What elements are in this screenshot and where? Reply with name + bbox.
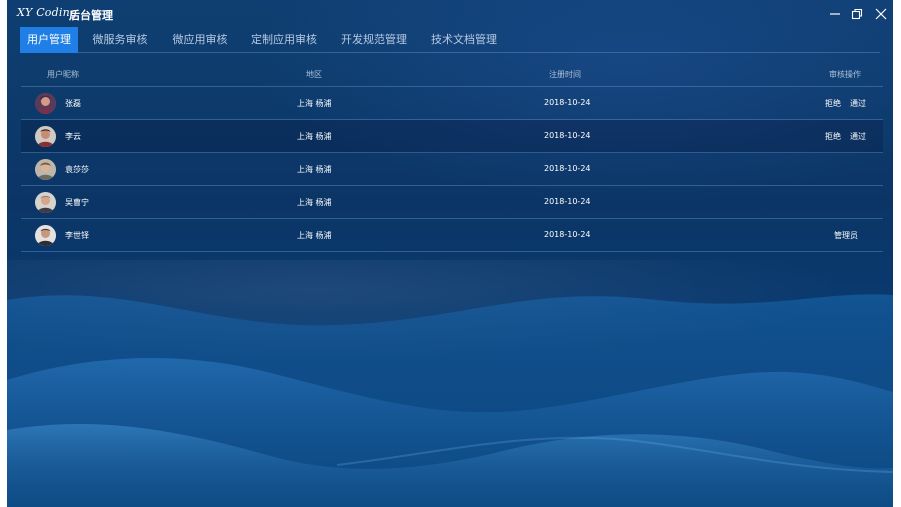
role-label-admin: 管理员 — [834, 231, 858, 240]
tab-microservice-review[interactable]: 微服务审核 — [86, 27, 154, 53]
user-register-date: 2018-10-24 — [544, 164, 591, 173]
user-name: 李世铎 — [65, 231, 89, 240]
title-bar: XY Coding 后台管理 — [7, 0, 893, 27]
tab-dev-standards[interactable]: 开发规范管理 — [334, 27, 414, 53]
user-region: 上海 杨浦 — [297, 231, 332, 240]
tab-user-management[interactable]: 用户管理 — [20, 27, 78, 53]
avatar — [35, 159, 56, 180]
header-register-time: 注册时间 — [549, 70, 581, 79]
app-window: XY Coding 后台管理 用户管理 微服务审核 微应用审核 定制应用审核 开… — [7, 0, 893, 507]
reject-button[interactable]: 拒绝 — [825, 131, 841, 142]
close-button[interactable] — [871, 4, 891, 24]
avatar — [35, 225, 56, 246]
minimize-icon — [830, 13, 840, 15]
table-row[interactable]: 吴曹宁 上海 杨浦 2018-10-24 — [21, 186, 883, 219]
restore-button[interactable] — [847, 4, 867, 24]
user-register-date: 2018-10-24 — [544, 98, 591, 107]
user-name: 张磊 — [65, 99, 81, 108]
avatar — [35, 93, 56, 114]
table-row[interactable]: 李世铎 上海 杨浦 2018-10-24 管理员 — [21, 219, 883, 252]
user-register-date: 2018-10-24 — [544, 197, 591, 206]
tab-bar: 用户管理 微服务审核 微应用审核 定制应用审核 开发规范管理 技术文档管理 — [20, 27, 880, 53]
app-title: 后台管理 — [69, 9, 113, 22]
table-row[interactable]: 张磊 上海 杨浦 2018-10-24 拒绝 通过 — [21, 87, 883, 120]
minimize-button[interactable] — [825, 4, 845, 24]
user-name: 吴曹宁 — [65, 198, 89, 207]
restore-icon — [851, 8, 863, 20]
approve-button[interactable]: 通过 — [850, 131, 866, 142]
user-register-date: 2018-10-24 — [544, 131, 591, 140]
user-region: 上海 杨浦 — [297, 99, 332, 108]
approve-button[interactable]: 通过 — [850, 98, 866, 109]
user-region: 上海 杨浦 — [297, 198, 332, 207]
tab-microapp-review[interactable]: 微应用审核 — [166, 27, 234, 53]
tab-custom-app-review[interactable]: 定制应用审核 — [244, 27, 324, 53]
table-header: 用户昵称 地区 注册时间 审核操作 — [21, 60, 883, 87]
table-row[interactable]: 李云 上海 杨浦 2018-10-24 拒绝 通过 — [21, 120, 883, 153]
user-name: 李云 — [65, 132, 81, 141]
user-name: 袁莎莎 — [65, 165, 89, 174]
user-table: 用户昵称 地区 注册时间 审核操作 张磊 上海 杨浦 2018-10-24 拒绝… — [21, 60, 883, 252]
reject-button[interactable]: 拒绝 — [825, 98, 841, 109]
header-actions: 审核操作 — [829, 70, 861, 79]
avatar — [35, 192, 56, 213]
header-nickname: 用户昵称 — [47, 70, 79, 79]
table-row[interactable]: 袁莎莎 上海 杨浦 2018-10-24 — [21, 153, 883, 186]
user-region: 上海 杨浦 — [297, 165, 332, 174]
header-region: 地区 — [306, 70, 322, 79]
avatar — [35, 126, 56, 147]
user-region: 上海 杨浦 — [297, 132, 332, 141]
tab-tech-docs[interactable]: 技术文档管理 — [424, 27, 504, 53]
close-icon — [875, 8, 887, 20]
user-register-date: 2018-10-24 — [544, 230, 591, 239]
